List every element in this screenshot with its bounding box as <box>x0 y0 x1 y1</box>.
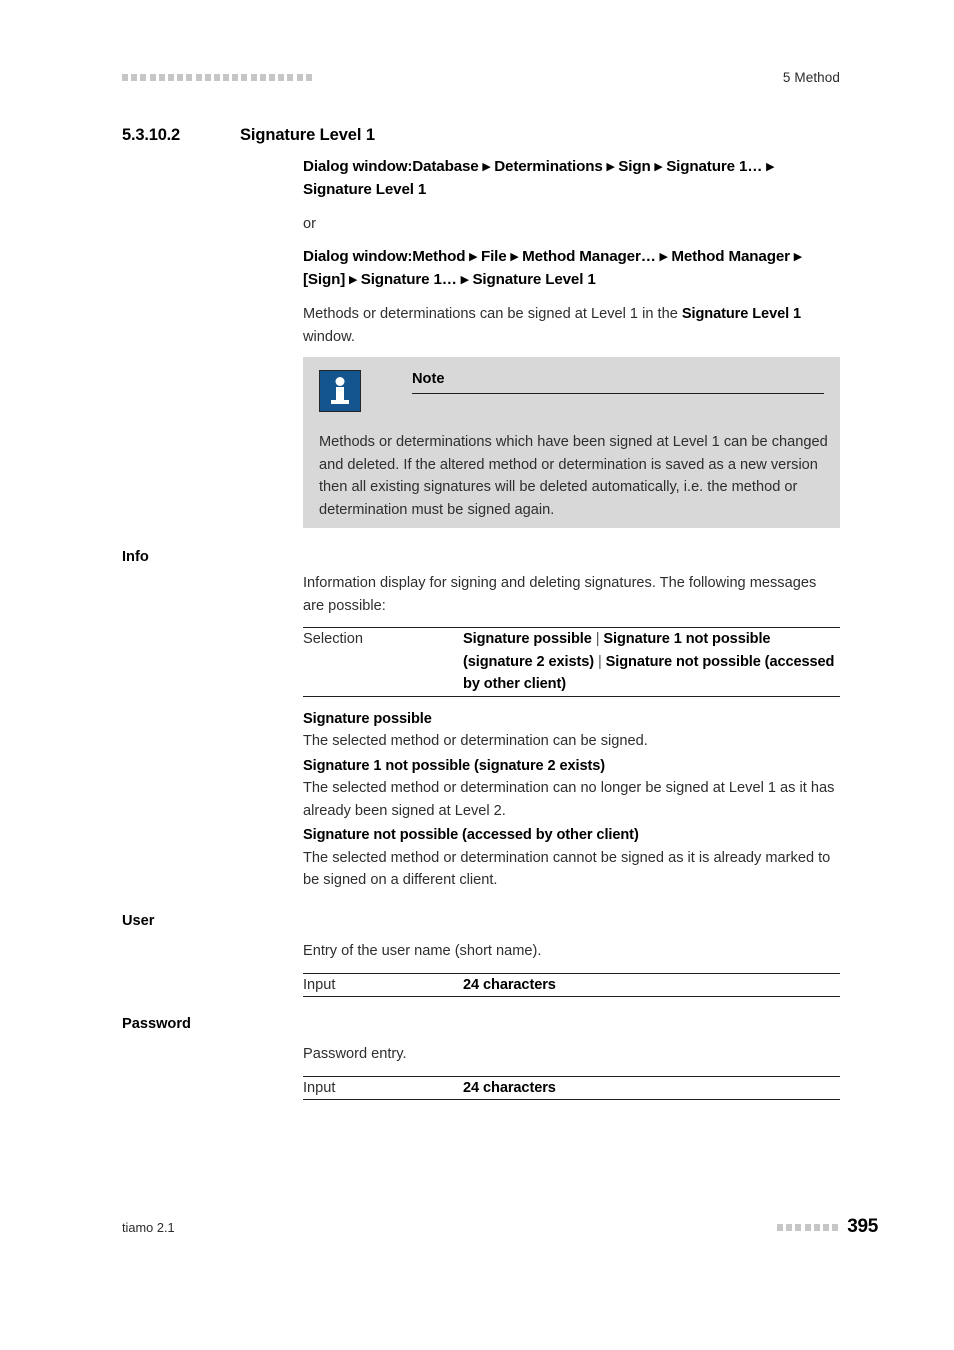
header-decor-squares <box>122 73 312 81</box>
decor-square <box>305 73 312 81</box>
info-definition-list: Signature possible The selected method o… <box>303 708 840 892</box>
decor-square <box>813 1223 820 1231</box>
intro-text-before: Methods or determinations can be signed … <box>303 306 682 322</box>
decor-square <box>122 73 128 81</box>
password-spec-table: Input 24 characters <box>303 1076 840 1101</box>
decor-square <box>204 73 211 81</box>
user-table-key: Input <box>303 976 336 993</box>
info-value-separator-1: | <box>594 653 606 670</box>
section-heading: 5.3.10.2 Signature Level 1 <box>122 126 842 145</box>
footer-page-group: 395 <box>777 1216 878 1238</box>
password-table-key: Input <box>303 1079 336 1096</box>
password-section: Password entry. Input 24 characters <box>303 1043 840 1100</box>
info-table-key: Selection <box>303 631 364 647</box>
decor-square <box>250 73 257 81</box>
decor-square <box>186 73 193 81</box>
margin-label-user: User <box>122 913 155 929</box>
definition-description: The selected method or determination can… <box>303 733 648 749</box>
breadcrumb-path-database: Dialog window:Database ▸ Determinations … <box>303 158 774 198</box>
user-table-value: 24 characters <box>463 976 556 993</box>
footer-decor-squares <box>777 1223 839 1231</box>
decor-square <box>213 73 220 81</box>
margin-label-password: Password <box>122 1016 191 1032</box>
breadcrumb-block: Dialog window:Database ▸ Determinations … <box>303 156 840 348</box>
decor-square <box>786 1223 793 1231</box>
decor-square <box>777 1223 784 1231</box>
margin-label-info: Info <box>122 549 149 565</box>
definition-term: Signature possible <box>303 710 432 727</box>
footer-product-label: tiamo 2.1 <box>122 1219 175 1235</box>
note-header: Note <box>319 370 824 416</box>
decor-square <box>232 73 239 81</box>
info-section: Information display for signing and dele… <box>303 572 840 894</box>
breadcrumb-path-method: Dialog window:Method ▸ File ▸ Method Man… <box>303 248 802 288</box>
table-row: Selection Signature possible | Signature… <box>303 627 840 697</box>
page-number: 395 <box>847 1216 878 1237</box>
info-icon-dot <box>335 377 345 386</box>
section-number: 5.3.10.2 <box>122 126 181 144</box>
decor-square <box>269 73 275 81</box>
password-description: Password entry. <box>303 1046 407 1062</box>
info-value-separator-0: | <box>591 631 604 647</box>
info-table-value: Signature possible | Signature 1 not pos… <box>463 628 840 697</box>
table-row: Input 24 characters <box>303 1076 840 1100</box>
user-section: Entry of the user name (short name). Inp… <box>303 940 840 997</box>
decor-square <box>158 73 165 81</box>
decor-square <box>131 73 138 81</box>
breadcrumb-separator: or <box>303 216 316 232</box>
info-description: Information display for signing and dele… <box>303 575 817 614</box>
running-header: 5 Method <box>122 66 840 88</box>
intro-emphasis: Signature Level 1 <box>681 306 802 322</box>
definition-description: The selected method or determination can… <box>303 780 835 819</box>
decor-square <box>167 73 174 81</box>
decor-square <box>259 73 266 81</box>
table-row: Input 24 characters <box>303 973 840 997</box>
decor-square <box>296 73 303 81</box>
user-spec-table: Input 24 characters <box>303 973 840 998</box>
decor-square <box>832 1223 839 1231</box>
decor-square <box>241 73 248 81</box>
decor-square <box>287 73 294 81</box>
note-title-wrap: Note <box>412 370 824 394</box>
decor-square <box>278 73 285 81</box>
page-footer: tiamo 2.1 395 <box>122 1216 878 1238</box>
header-chapter-label: 5 Method <box>782 69 840 85</box>
definition-term: Signature 1 not possible (signature 2 ex… <box>303 757 606 774</box>
user-description: Entry of the user name (short name). <box>303 943 542 959</box>
note-body: Methods or determinations which have bee… <box>319 434 828 518</box>
decor-square <box>223 73 230 81</box>
password-table-value: 24 characters <box>463 1079 556 1096</box>
decor-square <box>140 73 147 81</box>
note-box: Note Methods or determinations which hav… <box>303 357 840 528</box>
info-value-part-0: Signature possible <box>463 631 592 647</box>
intro-paragraph: Methods or determinations can be signed … <box>303 303 840 348</box>
definition-term: Signature not possible (accessed by othe… <box>303 827 639 843</box>
decor-square <box>177 73 184 81</box>
note-title: Note <box>412 371 445 387</box>
info-spec-table: Selection Signature possible | Signature… <box>303 627 840 697</box>
info-icon <box>319 370 361 412</box>
definition-description: The selected method or determination can… <box>303 849 831 889</box>
intro-text-after: window. <box>303 328 355 345</box>
decor-square <box>823 1223 829 1231</box>
document-page: 5 Method 5.3.10.2 Signature Level 1 Dial… <box>0 0 954 1350</box>
info-icon-stem <box>336 387 344 401</box>
decor-square <box>804 1223 811 1231</box>
decor-square <box>795 1223 802 1231</box>
decor-square <box>195 73 202 81</box>
decor-square <box>149 73 156 81</box>
page-title: Signature Level 1 <box>240 126 375 144</box>
info-icon-base <box>331 400 349 404</box>
